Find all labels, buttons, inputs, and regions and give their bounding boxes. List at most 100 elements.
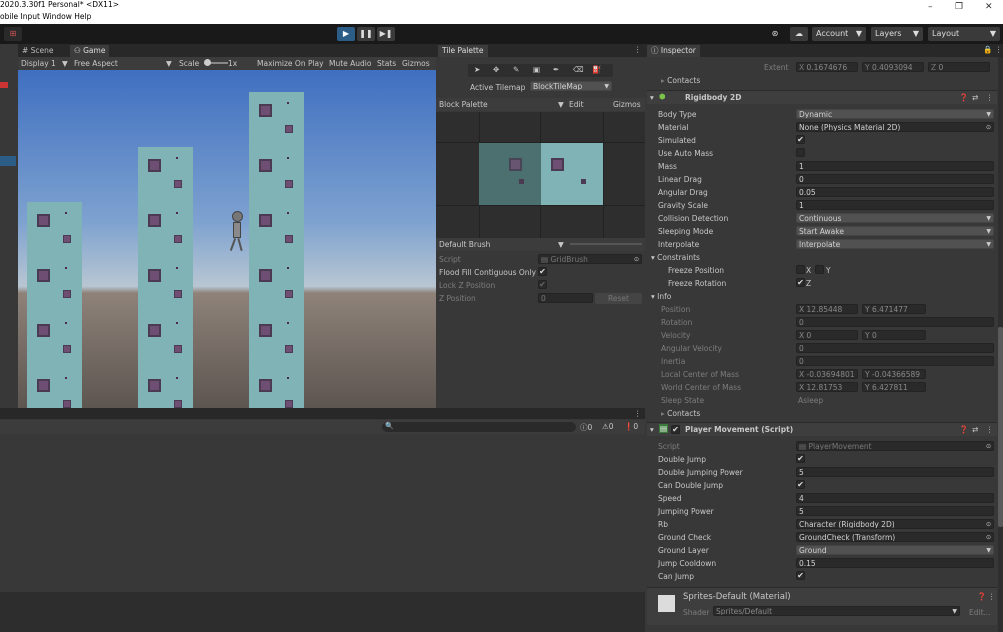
player-object-field[interactable]: Character (Rigidbody 2D) ⊙ bbox=[796, 519, 994, 529]
rigidbody-dropdown[interactable]: Continuous ▼ bbox=[796, 213, 994, 223]
stats-toggle[interactable]: Stats bbox=[377, 59, 396, 68]
gizmos-toggle[interactable]: Gizmos bbox=[402, 59, 430, 68]
object-picker-icon[interactable]: ⊙ bbox=[986, 442, 991, 450]
help-icon[interactable]: ❓ bbox=[959, 93, 968, 102]
player-movement-header[interactable]: ▾ ▤ ✔ Player Movement (Script) ❓ ⇄ ⋮ bbox=[647, 422, 997, 436]
scrollbar[interactable] bbox=[998, 57, 1003, 632]
contacts-foldout-top[interactable]: ▸ Contacts bbox=[661, 76, 700, 85]
player-checkbox[interactable]: ✔ bbox=[796, 480, 805, 489]
gizmos-button[interactable]: Gizmos bbox=[613, 100, 641, 109]
rigidbody-input[interactable]: 0.05 bbox=[796, 187, 994, 197]
step-button[interactable]: ▶❚ bbox=[377, 27, 395, 41]
picker-tool-icon[interactable]: ✒ bbox=[553, 65, 559, 74]
rigidbody-input[interactable]: 1 bbox=[796, 161, 994, 171]
scale-slider[interactable] bbox=[204, 59, 228, 66]
info-foldout[interactable]: ▾ Info bbox=[651, 292, 671, 301]
z-position-input[interactable]: 0 bbox=[538, 293, 593, 303]
chevron-down-icon[interactable]: ▼ bbox=[986, 546, 991, 554]
contacts-foldout[interactable]: ▸ Contacts bbox=[661, 409, 700, 418]
flood-fill-checkbox[interactable]: ✔ bbox=[538, 267, 547, 276]
hierarchy-selected-row[interactable] bbox=[0, 156, 16, 166]
freeze-rotation-z-checkbox[interactable]: ✔ bbox=[796, 278, 805, 287]
preset-icon[interactable]: ⇄ bbox=[972, 93, 978, 102]
account-dropdown[interactable]: Account ▼ bbox=[812, 27, 866, 41]
tab-game[interactable]: ⚇ Game bbox=[70, 45, 110, 57]
aspect-dropdown[interactable]: Free Aspect bbox=[74, 59, 118, 68]
mute-audio-toggle[interactable]: Mute Audio bbox=[329, 59, 371, 68]
foldout-arrow[interactable]: ▾ bbox=[650, 425, 654, 434]
scrollbar-thumb[interactable] bbox=[998, 327, 1003, 527]
cloud-icon[interactable]: ☁ bbox=[790, 27, 808, 41]
rigidbody-input[interactable]: 1 bbox=[796, 200, 994, 210]
chevron-down-icon[interactable]: ▼ bbox=[986, 110, 991, 118]
player-input[interactable]: 5 bbox=[796, 467, 994, 477]
error-count[interactable]: ⓘ0 bbox=[580, 422, 592, 433]
freeze-position-x-checkbox[interactable] bbox=[796, 265, 805, 274]
component-menu-icon[interactable]: ⋮ bbox=[986, 93, 994, 102]
rigidbody-dropdown[interactable]: Dynamic ▼ bbox=[796, 109, 994, 119]
edit-button[interactable]: Edit bbox=[569, 100, 584, 109]
game-viewport[interactable] bbox=[18, 70, 436, 408]
close-button[interactable]: ✕ bbox=[985, 2, 993, 12]
panel-menu-icon[interactable]: ⋮ bbox=[634, 409, 642, 418]
collab-icon[interactable]: ⊛ bbox=[766, 27, 784, 41]
brush-dropdown[interactable]: Default Brush bbox=[439, 240, 490, 249]
layout-dropdown[interactable]: Layout ▼ bbox=[928, 27, 1000, 41]
palette-dropdown[interactable]: Block Palette bbox=[439, 100, 488, 109]
lock-icon[interactable]: 🔒 bbox=[983, 45, 992, 54]
object-picker-icon[interactable]: ⊙ bbox=[986, 520, 991, 528]
move-tool-icon[interactable]: ✥ bbox=[493, 65, 499, 74]
chevron-down-icon[interactable]: ▼ bbox=[986, 240, 991, 248]
tab-scene[interactable]: # Scene bbox=[18, 45, 58, 57]
constraints-foldout[interactable]: ▾ Constraints bbox=[651, 253, 700, 262]
freeze-position-y-checkbox[interactable] bbox=[815, 265, 824, 274]
select-tool-icon[interactable]: ➤ bbox=[474, 65, 480, 74]
panel-menu-icon[interactable]: ⋮ bbox=[634, 45, 642, 54]
box-fill-tool-icon[interactable]: ▣ bbox=[533, 65, 540, 74]
player-dropdown[interactable]: Ground ▼ bbox=[796, 545, 994, 555]
object-picker-icon[interactable]: ⊙ bbox=[986, 123, 991, 131]
rigidbody-dropdown[interactable]: Start Awake ▼ bbox=[796, 226, 994, 236]
warning-count[interactable]: ⚠0 bbox=[602, 422, 614, 431]
info-count[interactable]: ❗0 bbox=[624, 422, 638, 431]
display-dropdown[interactable]: Display 1 bbox=[21, 59, 56, 68]
rigidbody-checkbox[interactable]: ✔ bbox=[796, 135, 805, 144]
chevron-down-icon[interactable]: ▼ bbox=[986, 214, 991, 222]
tab-inspector[interactable]: ⓘ Inspector bbox=[647, 45, 700, 57]
minimize-button[interactable]: – bbox=[928, 2, 933, 12]
shader-dropdown[interactable]: Sprites/Default ▼ bbox=[713, 606, 960, 616]
player-object-field[interactable]: GroundCheck (Transform) ⊙ bbox=[796, 532, 994, 542]
edit-shader-button[interactable]: Edit... bbox=[969, 608, 991, 617]
rigidbody-dropdown[interactable]: Interpolate ▼ bbox=[796, 239, 994, 249]
player-input[interactable]: 0.15 bbox=[796, 558, 994, 568]
console-search-input[interactable]: 🔍 bbox=[382, 422, 576, 432]
help-icon[interactable]: ❓ bbox=[977, 592, 986, 601]
rigidbody-header[interactable]: ▾ ⬢ Rigidbody 2D ❓ ⇄ ⋮ bbox=[647, 90, 997, 104]
player-input[interactable]: 4 bbox=[796, 493, 994, 503]
component-enabled-checkbox[interactable]: ✔ bbox=[671, 425, 680, 434]
scale-slider-handle[interactable] bbox=[204, 59, 211, 66]
menu-bar[interactable]: obile Input Window Help bbox=[0, 12, 91, 21]
component-menu-icon[interactable]: ⋮ bbox=[986, 425, 994, 434]
active-tilemap-dropdown[interactable]: BlockTileMap ▼ bbox=[530, 81, 612, 91]
rigidbody-object-field[interactable]: None (Physics Material 2D) ⊙ bbox=[796, 122, 994, 132]
palette-tile[interactable] bbox=[541, 143, 603, 205]
player-checkbox[interactable]: ✔ bbox=[796, 454, 805, 463]
maximize-button[interactable]: ❐ bbox=[955, 2, 963, 12]
maximize-on-play-toggle[interactable]: Maximize On Play bbox=[257, 59, 324, 68]
chevron-down-icon[interactable]: ▼ bbox=[986, 227, 991, 235]
object-picker-icon[interactable]: ⊙ bbox=[986, 533, 991, 541]
component-menu-icon[interactable]: ⋮ bbox=[988, 592, 996, 601]
preset-icon[interactable]: ⇄ bbox=[972, 425, 978, 434]
panel-menu-icon[interactable]: ⋮ bbox=[995, 45, 1003, 54]
play-button[interactable]: ▶ bbox=[337, 27, 355, 41]
fill-tool-icon[interactable]: ⛽ bbox=[592, 65, 601, 74]
rigidbody-checkbox[interactable] bbox=[796, 148, 805, 157]
layers-dropdown[interactable]: Layers ▼ bbox=[871, 27, 923, 41]
player-input[interactable]: 5 bbox=[796, 506, 994, 516]
pause-button[interactable]: ❚❚ bbox=[357, 27, 375, 41]
help-icon[interactable]: ❓ bbox=[959, 425, 968, 434]
reset-button[interactable]: Reset bbox=[595, 293, 642, 304]
foldout-arrow[interactable]: ▾ bbox=[650, 93, 654, 102]
tool-icon[interactable]: ⊞ bbox=[4, 27, 22, 41]
